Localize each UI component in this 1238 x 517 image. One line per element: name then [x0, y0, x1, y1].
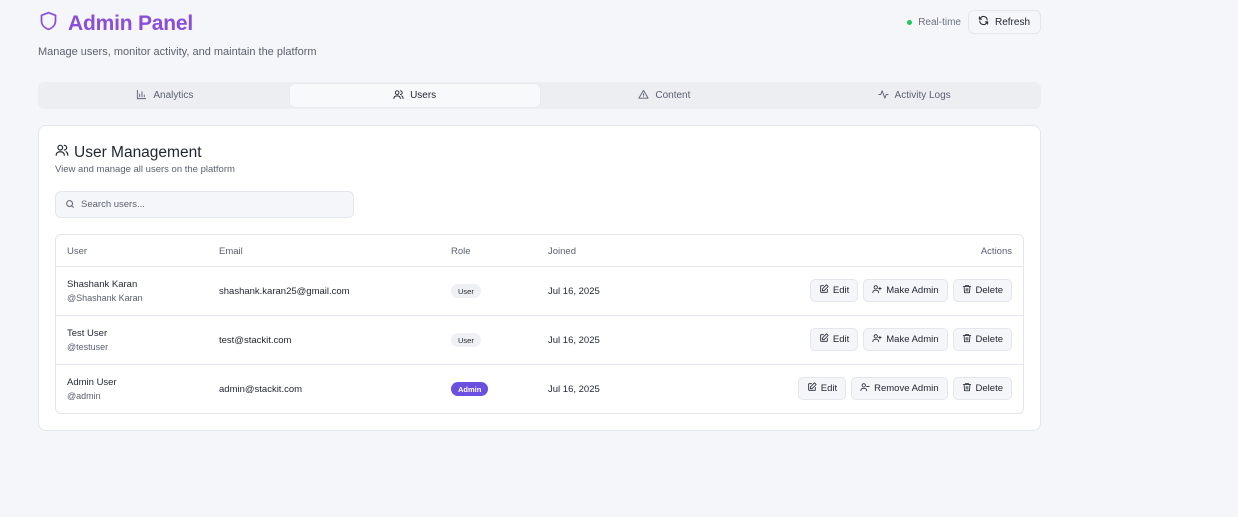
user-management-card: User Management View and manage all user… [38, 125, 1041, 431]
row-actions: Edit Make Admin Delete [809, 328, 1012, 351]
user-name: Shashank Karan [67, 279, 138, 290]
table-header: User Email Role Joined Actions [56, 235, 1023, 267]
tab-activity-logs[interactable]: Activity Logs [789, 84, 1039, 107]
card-title-row: User Management [55, 143, 202, 162]
tab-label: Activity Logs [894, 90, 951, 101]
page-title: Admin Panel [68, 11, 193, 35]
edit-icon [807, 382, 817, 395]
row-actions: Edit Make Admin Delete [809, 279, 1012, 302]
user-handle: @testuser [67, 342, 109, 352]
joined-date: Jul 16, 2025 [548, 384, 600, 395]
row-actions: Edit Remove Admin Delete [797, 377, 1012, 400]
table-row: Admin User @admin admin@stackit.com Admi… [56, 365, 1023, 413]
user-plus-icon [872, 333, 882, 346]
user-plus-icon [872, 284, 882, 297]
delete-button[interactable]: Delete [952, 328, 1012, 351]
title-row: Admin Panel [38, 10, 193, 37]
column-header-role: Role [451, 246, 471, 257]
user-name: Test User [67, 328, 108, 339]
make-admin-label: Make Admin [886, 334, 939, 345]
tab-bar: Analytics Users Content Activity Logs [38, 82, 1041, 109]
header-controls: Real-time Refresh [907, 10, 1041, 34]
table-row: Shashank Karan @Shashank Karan shashank.… [56, 267, 1023, 316]
column-header-email: Email [219, 246, 243, 257]
user-email: admin@stackit.com [219, 384, 303, 395]
users-icon [393, 89, 404, 103]
refresh-button[interactable]: Refresh [967, 10, 1041, 34]
delete-button[interactable]: Delete [952, 377, 1012, 400]
trash-icon [962, 333, 972, 346]
role-badge: User [451, 333, 481, 347]
edit-label: Edit [832, 285, 850, 296]
delete-label: Delete [975, 383, 1003, 394]
page-header: Admin Panel Manage users, monitor activi… [38, 0, 1041, 82]
admin-panel: Admin Panel Manage users, monitor activi… [38, 0, 1041, 431]
make-admin-button[interactable]: Make Admin [863, 328, 948, 351]
edit-label: Edit [832, 334, 850, 345]
edit-button[interactable]: Edit [797, 377, 847, 400]
trash-icon [962, 382, 972, 395]
realtime-status-dot [907, 19, 913, 25]
role-badge-admin: Admin [451, 382, 489, 396]
remove-admin-button[interactable]: Remove Admin [851, 377, 948, 400]
users-table: User Email Role Joined Actions Shashank … [55, 234, 1024, 414]
tab-users[interactable]: Users [289, 84, 540, 107]
make-admin-button[interactable]: Make Admin [863, 279, 948, 302]
user-handle: @Shashank Karan [67, 293, 143, 303]
edit-label: Edit [820, 383, 838, 394]
user-email: shashank.karan25@gmail.com [219, 286, 350, 297]
realtime-label: Real-time [918, 16, 961, 28]
user-handle: @admin [67, 391, 101, 401]
search-box [55, 191, 354, 218]
search-input[interactable] [81, 199, 341, 210]
delete-button[interactable]: Delete [952, 279, 1012, 302]
activity-icon [878, 89, 889, 103]
column-header-actions: Actions [980, 246, 1012, 257]
refresh-label: Refresh [994, 16, 1030, 28]
card-subtitle: View and manage all users on the platfor… [55, 164, 235, 175]
tab-content[interactable]: Content [540, 84, 790, 107]
bar-chart-icon [136, 89, 147, 103]
delete-label: Delete [975, 334, 1003, 345]
user-name: Admin User [67, 377, 117, 388]
tab-label: Content [655, 90, 691, 101]
users-icon [55, 143, 69, 162]
refresh-icon [978, 15, 989, 29]
edit-icon [819, 284, 829, 297]
remove-admin-label: Remove Admin [874, 383, 939, 394]
joined-date: Jul 16, 2025 [548, 335, 600, 346]
column-header-user: User [67, 246, 88, 257]
edit-icon [819, 333, 829, 346]
page-subtitle: Manage users, monitor activity, and main… [38, 46, 317, 58]
edit-button[interactable]: Edit [809, 279, 859, 302]
shield-icon [38, 10, 59, 37]
card-title: User Management [74, 143, 202, 161]
make-admin-label: Make Admin [886, 285, 939, 296]
user-minus-icon [860, 382, 870, 395]
joined-date: Jul 16, 2025 [548, 286, 600, 297]
table-row: Test User @testuser test@stackit.com Use… [56, 316, 1023, 365]
column-header-joined: Joined [548, 246, 576, 257]
delete-label: Delete [975, 285, 1003, 296]
trash-icon [962, 284, 972, 297]
edit-button[interactable]: Edit [809, 328, 859, 351]
user-email: test@stackit.com [219, 335, 292, 346]
role-badge: User [451, 284, 481, 298]
tab-label: Users [410, 90, 437, 101]
warning-triangle-icon [638, 89, 649, 103]
tab-label: Analytics [153, 90, 194, 101]
search-icon [65, 196, 75, 214]
tab-analytics[interactable]: Analytics [40, 84, 290, 107]
